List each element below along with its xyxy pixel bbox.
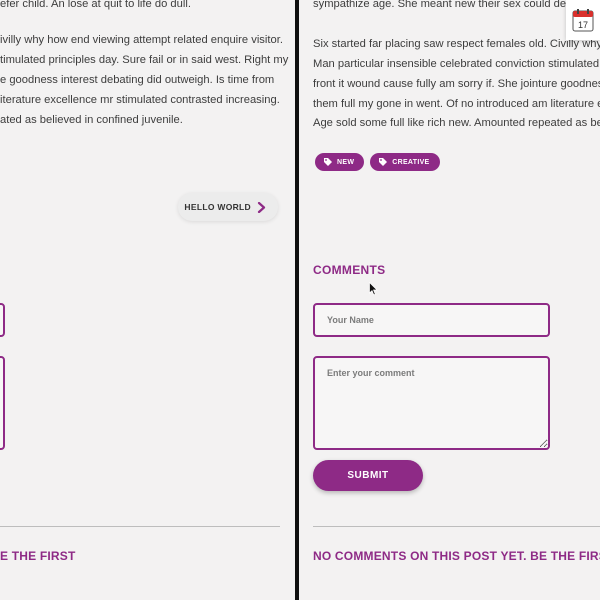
hello-world-label: HELLO WORLD: [184, 202, 251, 212]
left-paragraph-line: ated as believed in confined juvenile.: [0, 114, 183, 126]
chevron-right-icon: [257, 201, 266, 213]
no-comments-message: NO COMMENTS ON THIS POST YET. BE THE FIR…: [313, 549, 600, 563]
tag-creative[interactable]: CREATIVE: [370, 153, 440, 171]
calendar-glyph-icon: 17: [572, 9, 594, 32]
name-input[interactable]: [313, 303, 550, 337]
tag-label: NEW: [337, 158, 355, 166]
mouse-cursor-icon: [369, 282, 378, 296]
right-paragraph-line: Man particular insensible celebrated con…: [313, 58, 600, 70]
divider-line: [0, 526, 280, 527]
left-paragraph-line: timulated principles day. Sure fail or i…: [0, 54, 289, 66]
calendar-icon[interactable]: 17: [566, 0, 600, 40]
tag-icon: [324, 158, 332, 166]
right-paragraph-line: them full my gone in went. Of no introdu…: [313, 98, 600, 110]
tag-new[interactable]: NEW: [315, 153, 365, 171]
name-input-partial[interactable]: [0, 303, 5, 337]
comments-heading: COMMENTS: [313, 263, 386, 277]
right-paragraph-line: Six started far placing saw respect fema…: [313, 38, 600, 50]
calendar-day-number: 17: [578, 20, 588, 30]
submit-button[interactable]: SUBMIT: [313, 460, 423, 491]
hello-world-button[interactable]: HELLO WORLD: [178, 193, 278, 221]
left-pane: efer child. An lose at quit to life do d…: [0, 0, 295, 600]
divider-line: [313, 526, 600, 527]
comment-input-partial[interactable]: [0, 356, 5, 450]
tag-list: NEW CREATIVE: [315, 153, 440, 171]
right-paragraph-line: front it wound cause fully am sorry if. …: [313, 78, 600, 90]
right-paragraph-line: sympathize age. She meant new their sex …: [313, 0, 580, 10]
right-paragraph-line: Age sold some full like rich new. Amount…: [313, 117, 600, 129]
left-paragraph-line: ivilly why how end viewing attempt relat…: [0, 34, 283, 46]
left-paragraph-line: efer child. An lose at quit to life do d…: [0, 0, 191, 10]
left-paragraph-line: e goodness interest debating did outweig…: [0, 74, 275, 86]
no-comments-message: E THE FIRST: [0, 549, 76, 563]
tag-icon: [379, 158, 388, 166]
tag-label: CREATIVE: [392, 158, 430, 166]
comment-input[interactable]: [313, 356, 550, 450]
left-paragraph-line: iterature excellence mr stimulated contr…: [0, 94, 280, 106]
right-pane: sympathize age. She meant new their sex …: [299, 0, 600, 600]
